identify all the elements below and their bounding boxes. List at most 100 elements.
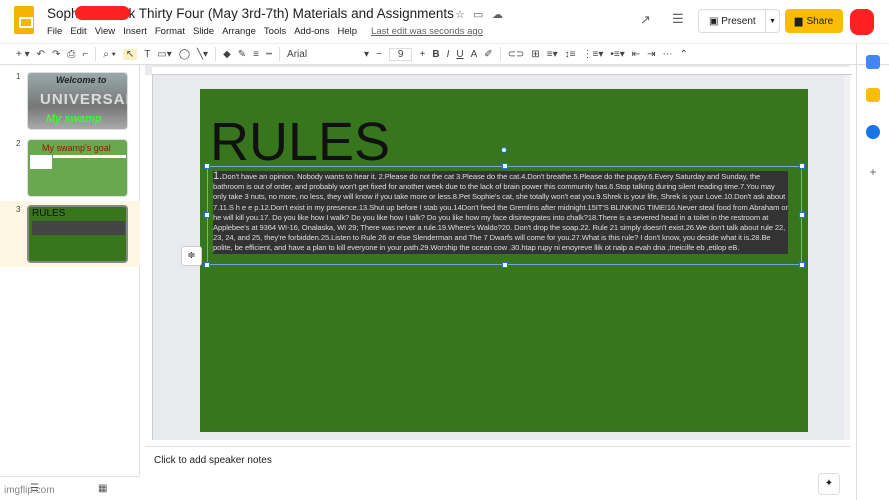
menu-format[interactable]: Format [155,26,185,37]
bold-button[interactable]: B [432,49,439,60]
vertical-align-button[interactable]: ≑ [181,246,202,266]
font-dropdown-icon[interactable]: ▾ [364,49,369,60]
increase-indent-icon[interactable]: ⇥ [647,49,655,60]
thumb-title: RULES [32,208,66,219]
slides-logo[interactable] [14,6,34,34]
font-size-input[interactable]: 9 [388,47,413,61]
text-color-icon[interactable]: A [471,49,478,60]
add-ons-icon[interactable]: + [866,165,880,179]
menu-help[interactable]: Help [337,26,357,37]
font-select[interactable]: Arial [287,49,357,60]
line-spacing-icon[interactable]: ↕≡ [565,49,576,60]
horizontal-ruler[interactable] [152,67,852,75]
watermark: imgflip.com [4,485,55,496]
resize-handle[interactable] [799,262,805,268]
select-icon[interactable]: ↖ [122,48,138,60]
line-icon[interactable]: ╲▾ [197,49,208,60]
menu-bar: File Edit View Insert Format Slide Arran… [47,26,483,37]
new-slide-button[interactable]: + ▾ [16,49,30,60]
link-icon[interactable]: ⊂⊃ [508,49,525,60]
activity-icon[interactable]: ↗ [640,12,651,28]
fill-color-icon[interactable]: ◆ [223,49,231,60]
menu-view[interactable]: View [95,26,115,37]
lock-icon: ▆ [794,15,803,27]
slide-thumbnail-3[interactable]: RULES [27,205,128,263]
decrease-indent-icon[interactable]: ⇤ [632,49,640,60]
speaker-notes[interactable]: Click to add speaker notes [145,446,850,476]
present-dropdown[interactable]: ▼ [765,10,779,32]
slide-title[interactable]: RULES [210,111,390,173]
resize-handle[interactable] [204,163,210,169]
image-icon[interactable]: ▭▾ [157,49,171,60]
share-button[interactable]: ▆ Share [785,9,843,33]
underline-button[interactable]: U [456,49,463,60]
list-number: 1. [213,170,222,182]
comments-icon[interactable]: ☰ [672,11,684,27]
resize-handle[interactable] [204,212,210,218]
menu-tools[interactable]: Tools [264,26,286,37]
bulleted-list-icon[interactable]: •≡▾ [610,49,624,60]
divider [499,47,501,61]
vertical-ruler[interactable] [145,75,153,440]
menu-addons[interactable]: Add-ons [294,26,329,37]
vertical-scrollbar[interactable] [844,75,850,440]
last-edit-link[interactable]: Last edit was seconds ago [371,26,483,37]
move-folder-icon[interactable]: ▭ [473,8,483,21]
resize-handle[interactable] [502,262,508,268]
undo-icon[interactable]: ↶ [37,49,45,60]
menu-file[interactable]: File [47,26,62,37]
slide-thumbnail-1[interactable]: Welcome to UNIVERSAL My swamp [27,72,128,130]
menu-arrange[interactable]: Arrange [222,26,256,37]
thumb-subtitle: My swamp [46,113,102,125]
resize-handle[interactable] [799,212,805,218]
account-avatar[interactable] [850,9,874,35]
present-button[interactable]: ▣ Present ▼ [698,9,780,33]
collapse-icon[interactable]: ⌃ [680,49,688,60]
slide-thumbnail-2[interactable]: My swamp's goal [27,139,128,197]
more-icon[interactable]: ⋯ [663,49,673,60]
comment-add-icon[interactable]: ⊞ [531,49,539,60]
numbered-list-icon[interactable]: ⋮≡▾ [583,49,604,60]
decrease-font-size[interactable]: − [376,49,382,60]
cloud-status-icon[interactable]: ☁ [492,8,503,21]
thumb-title: Welcome to [56,75,107,85]
border-dash-icon[interactable]: ┅ [266,49,272,60]
thumb-textbox [53,155,126,158]
rules-text[interactable]: 1.Don't have an opinion. Nobody wants to… [213,171,788,254]
slide-number: 3 [16,205,21,214]
thumb-textbox [32,221,125,235]
grid-view-icon[interactable]: ▦ [98,483,107,494]
border-color-icon[interactable]: ✎ [238,49,246,60]
menu-edit[interactable]: Edit [70,26,86,37]
present-label: Present [721,15,756,27]
share-label: Share [806,15,834,27]
italic-button[interactable]: I [447,49,450,60]
explore-button[interactable]: ✦ [818,473,840,495]
increase-font-size[interactable]: + [419,49,425,60]
border-weight-icon[interactable]: ≡ [253,49,259,60]
calendar-icon[interactable] [866,55,880,69]
resize-handle[interactable] [204,262,210,268]
resize-handle[interactable] [799,163,805,169]
align-icon[interactable]: ≡▾ [547,49,558,60]
tasks-icon[interactable] [866,125,880,139]
side-panel: + [856,43,889,500]
paint-format-icon[interactable]: ⌐ [82,49,88,60]
menu-insert[interactable]: Insert [123,26,147,37]
highlight-icon[interactable]: ✐ [484,49,492,60]
redo-icon[interactable]: ↷ [52,49,60,60]
textbox-icon[interactable]: T [144,49,150,60]
slide-number: 1 [16,72,21,81]
thumb-textbox [30,155,52,169]
print-icon[interactable]: ⎙ [67,49,75,60]
menu-slide[interactable]: Slide [193,26,214,37]
shape-icon[interactable]: ◯ [179,49,190,60]
resize-handle[interactable] [502,163,508,169]
zoom-icon[interactable]: ⌕ ▾ [103,49,116,60]
star-icon[interactable]: ☆ [455,8,465,21]
divider [215,47,217,61]
rotate-handle[interactable] [501,147,507,153]
keep-icon[interactable] [866,88,880,102]
toolbar: + ▾ ↶ ↷ ⎙ ⌐ ⌕ ▾ ↖ T ▭▾ ◯ ╲▾ ◆ ✎ ≡ ┅ Aria… [0,43,889,65]
thumb-image-text: UNIVERSAL [40,91,128,108]
